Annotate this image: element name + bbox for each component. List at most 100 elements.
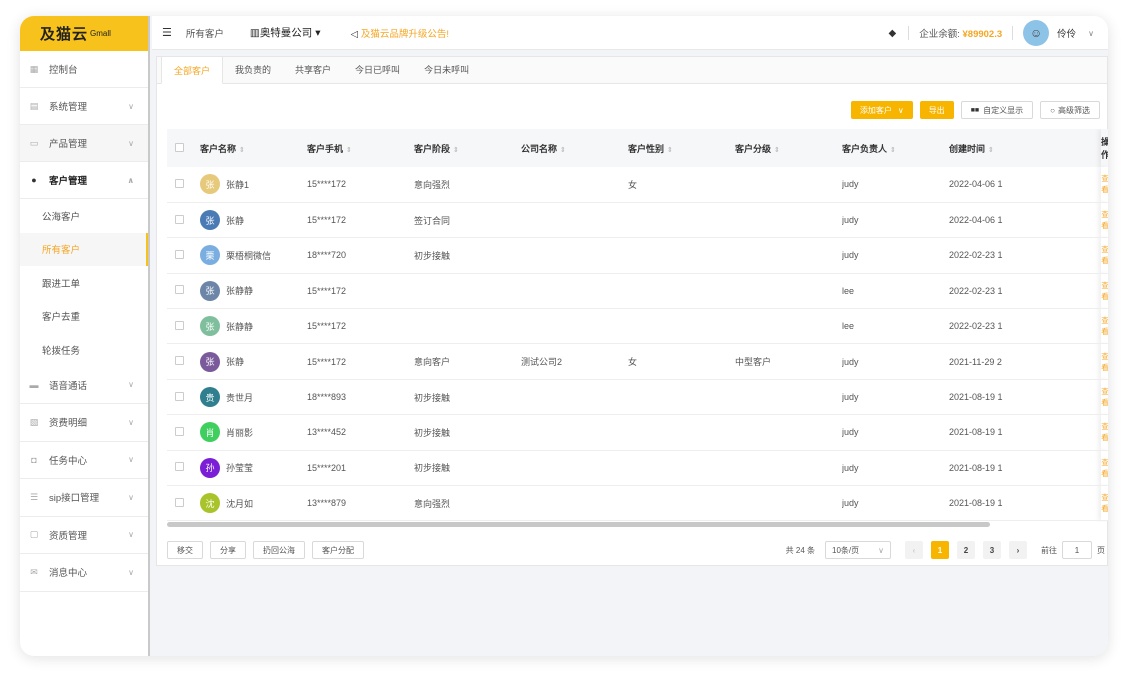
view-link[interactable]: 查看 (1101, 458, 1108, 478)
sidebar-item-user[interactable]: ● 客户管理 ∧ (20, 162, 148, 199)
page-number-button[interactable]: 2 (957, 541, 975, 559)
table-row[interactable]: 贵贵世月 18****893 初步接触 judy 2021-08-19 1 查看 (167, 379, 1108, 416)
company-switcher[interactable]: ▥奥特曼公司 ▾ (250, 25, 321, 40)
customer-name-text[interactable]: 张静静 (226, 284, 253, 297)
row-checkbox[interactable] (175, 497, 184, 507)
row-checkbox[interactable] (175, 285, 184, 295)
next-page-button[interactable]: › (1009, 541, 1027, 559)
column-header[interactable]: 公司名称 ⇕ (521, 129, 628, 167)
footer-action-button[interactable]: 移交 (167, 541, 203, 559)
sidebar-item-dashboard[interactable]: ▦ 控制台 (20, 51, 148, 88)
footer-action-button[interactable]: 扔回公海 (253, 541, 305, 559)
view-link[interactable]: 查看 (1101, 245, 1108, 265)
advanced-filter-button[interactable]: ○ 高级筛选 (1040, 101, 1100, 119)
column-header[interactable]: 客户阶段 ⇕ (414, 129, 521, 167)
row-checkbox[interactable] (175, 214, 184, 224)
view-link[interactable]: 查看 (1101, 174, 1108, 194)
sidebar-item-list[interactable]: ☰ sip接口管理 ∨ (20, 479, 148, 517)
sidebar-item-system[interactable]: ▤ 系统管理 ∨ (20, 88, 148, 125)
bell-icon[interactable]: ◆ (889, 28, 897, 39)
tab-2[interactable]: 共享客户 (283, 56, 343, 83)
sidebar-item-task[interactable]: ◘ 任务中心 ∨ (20, 442, 148, 479)
sort-icon[interactable]: ⇕ (890, 147, 896, 154)
row-checkbox[interactable] (175, 462, 184, 472)
row-checkbox[interactable] (175, 391, 184, 401)
tab-1[interactable]: 我负责的 (223, 56, 283, 83)
add-customer-button[interactable]: 添加客户 ∨ (850, 101, 913, 119)
customer-name-text[interactable]: 肖丽影 (226, 426, 253, 439)
customer-name-text[interactable]: 张静1 (226, 178, 249, 191)
customer-name-text[interactable]: 孙莹莹 (226, 461, 253, 474)
username[interactable]: 伶伶 (1057, 26, 1076, 40)
column-header[interactable]: 客户名称 ⇕ (200, 129, 307, 167)
sort-icon[interactable]: ⇕ (667, 147, 673, 154)
sort-icon[interactable]: ⇕ (239, 147, 245, 154)
row-checkbox[interactable] (175, 426, 184, 436)
view-link[interactable]: 查看 (1101, 387, 1108, 407)
sidebar-item-chat[interactable]: ▬ 语音通话 ∨ (20, 367, 148, 404)
goto-page-input[interactable]: 1 (1062, 541, 1092, 559)
tab-4[interactable]: 今日未呼叫 (412, 56, 481, 83)
table-row[interactable]: 孙孙莹莹 15****201 初步接触 judy 2021-08-19 1 查看 (167, 450, 1108, 487)
table-row[interactable]: 肖肖丽影 13****452 初步接触 judy 2021-08-19 1 查看 (167, 414, 1108, 451)
row-checkbox[interactable] (175, 178, 184, 188)
table-row[interactable]: 张张静静 15****172 lee 2022-02-23 1 查看 (167, 308, 1108, 345)
sidebar-item-mail[interactable]: ✉ 消息中心 ∨ (20, 554, 148, 592)
menu-fold-icon[interactable]: ☰ (162, 26, 172, 39)
page-size-select[interactable]: 10条/页 ∨ (825, 541, 891, 559)
customer-name-text[interactable]: 张静静 (226, 320, 253, 333)
table-row[interactable]: 张张静静 15****172 lee 2022-02-23 1 查看 (167, 273, 1108, 310)
sidebar-subitem[interactable]: 客户去重 (20, 300, 148, 334)
page-number-button[interactable]: 3 (983, 541, 1001, 559)
row-checkbox[interactable] (175, 356, 184, 366)
view-link[interactable]: 查看 (1101, 210, 1108, 230)
column-header[interactable]: 客户负责人 ⇕ (842, 129, 949, 167)
sidebar-item-product[interactable]: ▭ 产品管理 ∨ (20, 125, 148, 162)
customer-name-text[interactable]: 张静 (226, 214, 244, 227)
avatar[interactable]: ☺ (1023, 20, 1050, 46)
view-link[interactable]: 查看 (1101, 316, 1108, 336)
sidebar-subitem[interactable]: 轮拨任务 (20, 333, 148, 367)
sort-icon[interactable]: ⇕ (988, 147, 994, 154)
table-row[interactable]: 沈沈月如 13****879 意向强烈 judy 2021-08-19 1 查看 (167, 485, 1108, 522)
sidebar-item-doc[interactable]: ▧ 资费明细 ∨ (20, 404, 148, 442)
tab-3[interactable]: 今日已呼叫 (343, 56, 412, 83)
page-number-button[interactable]: 1 (931, 541, 949, 559)
tab-0[interactable]: 全部客户 (161, 56, 224, 84)
export-button[interactable]: 导出 (919, 101, 954, 119)
footer-action-button[interactable]: 客户分配 (312, 541, 364, 559)
chevron-down-icon[interactable]: ∨ (1088, 29, 1094, 38)
view-link[interactable]: 查看 (1101, 281, 1108, 301)
sidebar-subitem[interactable]: 所有客户 (20, 232, 148, 266)
view-link[interactable]: 查看 (1101, 493, 1108, 513)
horizontal-scrollbar[interactable] (167, 522, 990, 527)
table-row[interactable]: 张张静1 15****172 意向强烈女 judy 2022-04-06 1 查看 (167, 167, 1108, 203)
prev-page-button[interactable]: ‹ (905, 541, 923, 559)
notice-link[interactable]: ◁ 及猫云品牌升级公告! (351, 26, 449, 40)
sort-icon[interactable]: ⇕ (346, 147, 352, 154)
table-row[interactable]: 张张静 15****172 签订合同 judy 2022-04-06 1 查看 (167, 202, 1108, 239)
sidebar-subitem[interactable]: 公海客户 (20, 199, 148, 233)
custom-display-button[interactable]: ■■ 自定义显示 (960, 101, 1034, 119)
sidebar-subitem[interactable]: 跟进工单 (20, 266, 148, 300)
customer-name-text[interactable]: 栗梧桐微信 (226, 249, 271, 262)
sort-icon[interactable]: ⇕ (774, 147, 780, 154)
customer-name-text[interactable]: 贵世月 (226, 391, 253, 404)
row-checkbox[interactable] (175, 249, 184, 259)
footer-action-button[interactable]: 分享 (210, 541, 246, 559)
view-link[interactable]: 查看 (1101, 352, 1108, 372)
table-row[interactable]: 张张静 15****172 意向客户 测试公司2 女中型客户 judy 2021-11-29… (167, 343, 1108, 380)
column-header[interactable]: 创建时间 ⇕ (949, 129, 1005, 167)
table-row[interactable]: 栗栗梧桐微信 18****720 初步接触 judy 2022-02-23 1 查看 (167, 237, 1108, 274)
view-link[interactable]: 查看 (1101, 422, 1108, 442)
customer-name-text[interactable]: 沈月如 (226, 497, 253, 510)
sort-icon[interactable]: ⇕ (453, 147, 459, 154)
customer-name-text[interactable]: 张静 (226, 355, 244, 368)
column-header[interactable]: 客户分级 ⇕ (735, 129, 842, 167)
select-all-checkbox[interactable] (175, 142, 184, 152)
sidebar-item-book[interactable]: ▢ 资质管理 ∨ (20, 517, 148, 554)
column-header[interactable]: 客户手机 ⇕ (307, 129, 414, 167)
column-header[interactable]: 客户性别 ⇕ (628, 129, 735, 167)
row-checkbox[interactable] (175, 320, 184, 330)
sort-icon[interactable]: ⇕ (560, 147, 566, 154)
